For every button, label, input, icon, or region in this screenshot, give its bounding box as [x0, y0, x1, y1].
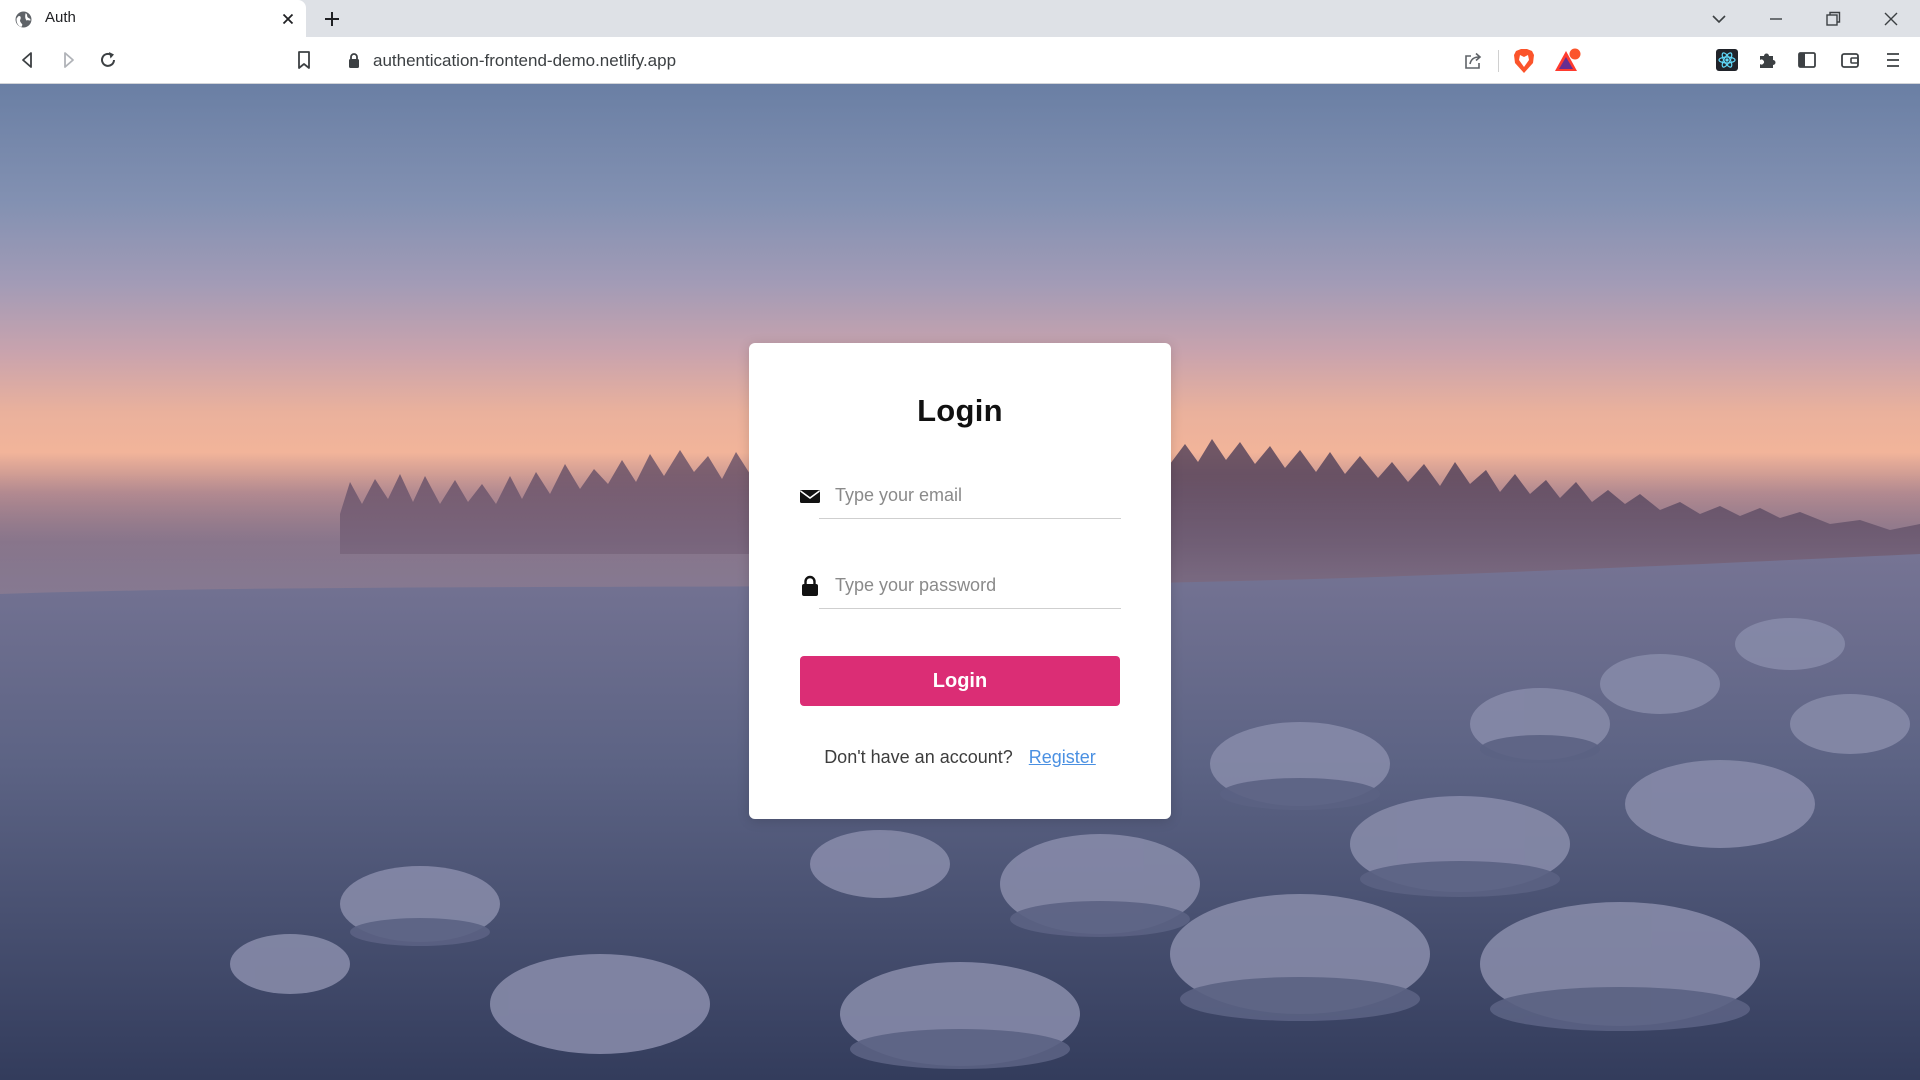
bookmark-icon[interactable]	[293, 49, 315, 71]
divider	[1498, 50, 1499, 72]
url-text[interactable]: authentication-frontend-demo.netlify.app	[373, 51, 676, 71]
back-icon[interactable]	[17, 49, 39, 71]
email-input[interactable]	[819, 473, 1121, 519]
tab-strip: Auth	[0, 0, 1920, 37]
react-devtools-icon[interactable]	[1716, 49, 1738, 71]
email-field-group	[799, 473, 1121, 523]
page-background: Login Login Don't have an account? Regist…	[0, 84, 1920, 1080]
brave-rewards-icon[interactable]	[1554, 48, 1582, 74]
password-field-group	[799, 563, 1121, 613]
restore-icon[interactable]	[1823, 9, 1843, 29]
browser-tab-auth[interactable]: Auth	[0, 0, 306, 37]
password-input[interactable]	[819, 563, 1121, 609]
lock-icon	[802, 575, 818, 596]
reload-icon[interactable]	[97, 49, 119, 71]
address-bar[interactable]: authentication-frontend-demo.netlify.app	[332, 43, 1589, 78]
close-tab-icon[interactable]	[280, 11, 296, 27]
signup-prompt: Don't have an account?	[824, 747, 1013, 767]
login-button[interactable]: Login	[800, 656, 1120, 706]
brave-shields-icon[interactable]	[1512, 48, 1536, 74]
lock-icon[interactable]	[346, 52, 362, 69]
new-tab-plus-icon[interactable]	[322, 9, 342, 29]
wallet-icon[interactable]	[1839, 49, 1861, 71]
tab-search-chevron-icon[interactable]	[1709, 9, 1729, 29]
share-icon[interactable]	[1462, 50, 1484, 72]
close-window-icon[interactable]	[1881, 9, 1901, 29]
hamburger-menu-icon[interactable]	[1882, 49, 1904, 71]
browser-toolbar: authentication-frontend-demo.netlify.app	[0, 37, 1920, 84]
signup-row: Don't have an account? Register	[749, 747, 1171, 768]
puzzle-icon[interactable]	[1756, 49, 1778, 71]
envelope-icon	[800, 490, 820, 503]
tab-title: Auth	[45, 9, 76, 26]
minimize-icon[interactable]	[1766, 9, 1786, 29]
register-link[interactable]: Register	[1029, 747, 1096, 767]
forward-icon[interactable]	[57, 49, 79, 71]
login-title: Login	[917, 393, 1003, 428]
globe-icon	[15, 11, 32, 28]
sidebar-icon[interactable]	[1796, 49, 1818, 71]
login-card: Login Login Don't have an account? Regist…	[749, 343, 1171, 819]
